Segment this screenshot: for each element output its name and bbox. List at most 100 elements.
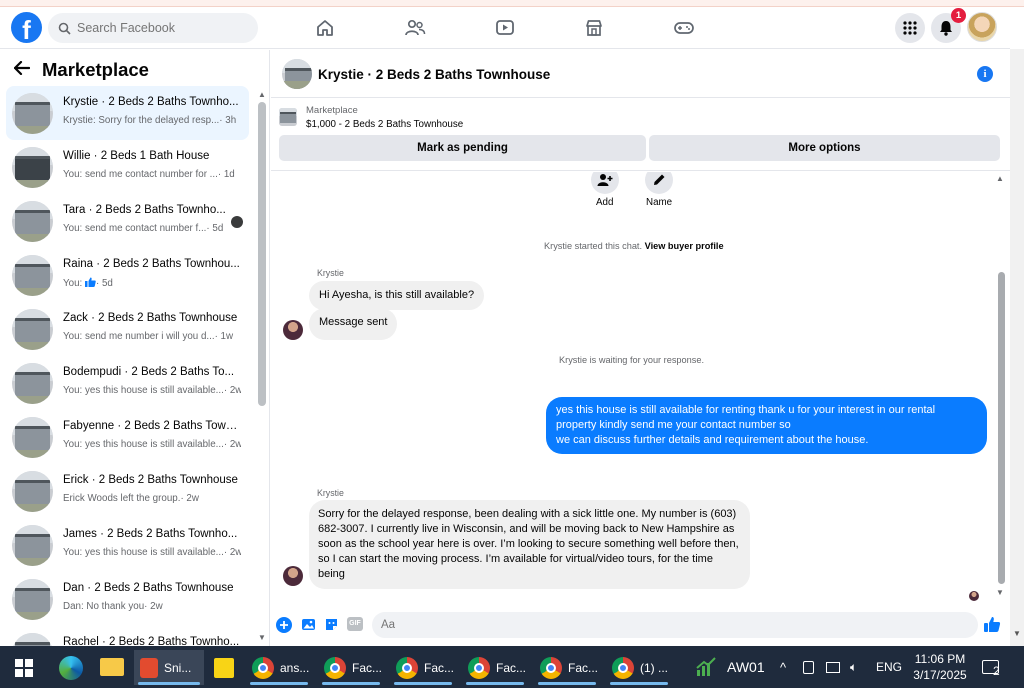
sent-message[interactable]: yes this house is still available for re… [546,397,987,454]
conversation-item[interactable]: Dan · 2 Beds 2 Baths Townhouse Dan: No th… [6,572,249,626]
conversation-snippet: You: · 5d [63,277,241,289]
stock-ticker[interactable]: AW01 [727,646,765,688]
conversation-item[interactable]: Zack · 2 Beds 2 Baths Townhouse You: send… [6,302,249,356]
menu-grid-icon[interactable] [895,13,925,43]
taskbar-app-chrome[interactable]: Fac... [318,650,384,685]
edit-name-button[interactable] [645,172,673,194]
chat-panel: Krystie · 2 Beds 2 Baths Townhouse i Mar… [271,50,1010,646]
view-buyer-profile-link[interactable]: View buyer profile [645,241,724,251]
windows-start-icon[interactable] [15,659,33,680]
snipping-tool-icon [140,657,158,678]
message-box[interactable] [372,612,978,638]
taskbar-app-chrome[interactable]: ans... [246,650,312,685]
listing-thumbnail [12,525,53,566]
clock[interactable]: 11:06 PM 3/17/2025 [912,646,968,688]
taskbar-app-label: Sni... [164,660,192,675]
taskbar-app-chrome[interactable]: Fac... [390,650,456,685]
conversation-name: Rachel · 2 Beds 2 Baths Townho... [63,636,240,646]
conversation-item[interactable]: Bodempudi · 2 Beds 2 Baths To... You: yes… [6,356,249,410]
listing-title[interactable]: $1,000 - 2 Beds 2 Baths Townhouse [306,119,463,130]
marketplace-icon[interactable] [581,16,607,40]
conversation-item[interactable]: Willie · 2 Beds 1 Bath House You: send me… [6,140,249,194]
search-input[interactable] [77,21,247,35]
add-person-icon [597,174,613,186]
sent-message-line: yes this house is still available for re… [556,404,936,416]
received-message[interactable]: Hi Ayesha, is this still available? [309,281,485,310]
page-scroll-down-icon[interactable]: ▼ [1013,629,1021,638]
scroll-down-arrow-icon[interactable]: ▼ [258,633,266,642]
sender-avatar[interactable] [283,320,303,340]
snippet-text: You: yes this house is still available..… [63,547,224,558]
chat-scroll-down-icon[interactable]: ▼ [996,588,1004,597]
waiting-notice: Krystie is waiting for your response. [559,355,705,365]
chrome-icon [468,656,490,679]
listing-thumbnail [12,363,53,404]
gif-icon[interactable]: GIF [347,617,363,631]
conversation-item[interactable]: Fabyenne · 2 Beds 2 Baths Town... You: ye… [6,410,249,464]
running-indicator [394,682,452,685]
photo-icon[interactable] [301,617,316,635]
language-indicator[interactable]: ENG [876,646,902,688]
sender-avatar[interactable] [283,566,303,586]
clock-date: 3/17/2025 [913,668,967,682]
profile-avatar[interactable] [967,12,997,42]
conversation-name: Erick · 2 Beds 2 Baths Townhouse [63,474,238,486]
taskbar-app-label: Fac... [352,660,383,675]
running-indicator [322,682,380,685]
like-thumb-icon[interactable] [983,615,1001,636]
tray-chevron-icon[interactable]: ^ [780,646,786,688]
listing-thumbnail[interactable] [279,108,297,126]
taskbar-app-chrome[interactable]: Fac... [534,650,600,685]
search-box[interactable] [48,13,258,43]
facebook-logo[interactable]: f [11,12,42,43]
taskbar-app-snipping[interactable]: Sni... [134,650,204,685]
conversation-item[interactable]: Krystie · 2 Beds 2 Baths Townho... Krysti… [6,86,249,140]
page-scrollbar[interactable]: ▼ [1010,49,1024,646]
file-explorer-icon[interactable] [100,658,124,676]
facebook-top-bar: f 1 [0,7,1010,49]
snippet-time: · 5d [206,223,224,234]
stock-chart-icon[interactable] [695,656,717,681]
received-message[interactable]: Message sent [309,308,398,340]
conversation-snippet: You: yes this house is still available..… [63,547,241,558]
chat-listing-thumbnail[interactable] [282,59,312,89]
friends-icon[interactable] [402,16,428,40]
add-person-button[interactable] [591,172,619,194]
conversation-name: Willie · 2 Beds 1 Bath House [63,150,210,162]
info-icon[interactable]: i [977,66,993,82]
add-label: Add [596,197,614,208]
conversation-item[interactable]: Rachel · 2 Beds 2 Baths Townho... [6,626,249,646]
notification-center-button[interactable]: 2 [982,646,1006,688]
chat-title[interactable]: Krystie · 2 Beds 2 Baths Townhouse [318,67,550,82]
snippet-text: Krystie: Sorry for the delayed resp... [63,115,220,126]
conversation-item[interactable]: Tara · 2 Beds 2 Baths Townho... You: send… [6,194,249,248]
edge-icon[interactable] [59,656,83,680]
scroll-up-arrow-icon[interactable]: ▲ [258,90,266,99]
received-message[interactable]: Sorry for the delayed response, been dea… [309,500,750,589]
sticker-icon[interactable] [324,617,339,635]
chat-scroll-up-icon[interactable]: ▲ [996,174,1004,183]
volume-icon[interactable]: 🔈︎ [850,646,857,688]
watch-icon[interactable] [492,16,518,40]
network-icon[interactable] [826,646,840,688]
tray-device-icon[interactable] [803,646,814,688]
conversation-name: Fabyenne · 2 Beds 2 Baths Town... [63,420,241,432]
conversation-name: Tara · 2 Beds 2 Baths Townho... [63,204,226,216]
conversation-item[interactable]: James · 2 Beds 2 Baths Townho... You: yes… [6,518,249,572]
taskbar-app-chrome[interactable]: Fac... [462,650,528,685]
sidebar-scrollbar[interactable] [258,102,266,406]
more-options-button[interactable]: More options [649,135,1000,161]
plus-icon[interactable] [276,617,292,633]
mark-as-pending-button[interactable]: Mark as pending [279,135,646,161]
taskbar-app-chrome[interactable]: (1) ... [606,650,672,685]
conversation-item[interactable]: Erick · 2 Beds 2 Baths Townhouse Erick Wo… [6,464,249,518]
sticky-notes-icon[interactable] [214,658,234,678]
home-icon[interactable] [312,16,338,40]
listing-thumbnail [12,417,53,458]
chat-scrollbar[interactable] [998,272,1005,584]
message-input[interactable] [381,619,941,631]
snippet-time: · 2w [223,439,241,450]
gaming-icon[interactable] [671,16,697,40]
conversation-item[interactable]: Raina · 2 Beds 2 Baths Townhou... You: · … [6,248,249,302]
back-arrow-icon[interactable] [14,61,30,75]
